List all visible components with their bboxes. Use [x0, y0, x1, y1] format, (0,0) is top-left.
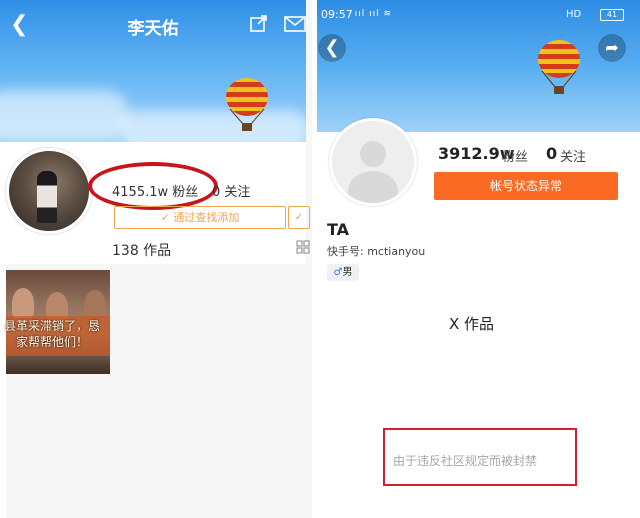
battery-icon: 41 — [600, 9, 624, 21]
add-via-search-button[interactable]: ✓ 通过查找添加 — [114, 206, 286, 229]
mail-icon[interactable] — [284, 16, 306, 32]
avatar[interactable] — [329, 118, 417, 206]
hot-air-balloon — [538, 40, 580, 94]
red-highlight-circle — [88, 162, 218, 210]
kuaishou-id: 快手号: mctianyou — [327, 245, 426, 258]
account-status-button[interactable]: 帐号状态异常 — [434, 172, 618, 200]
ban-notice: 由于违反社区规定而被封禁 — [393, 454, 538, 468]
back-arrow-icon[interactable]: ❮ — [318, 34, 346, 62]
works-count: X 作品 — [449, 315, 495, 333]
grid-icon[interactable] — [296, 240, 310, 254]
thumbnail-caption: 县革采滞销了，恳 家帮帮他们！ — [3, 319, 100, 349]
right-cover-banner — [317, 0, 640, 132]
profile-name: TA — [327, 220, 350, 239]
follow-label[interactable]: 关注 — [560, 146, 586, 165]
works-count[interactable]: 138 作品 — [112, 240, 171, 260]
avatar[interactable] — [6, 148, 92, 234]
dropdown-button[interactable]: ✓ — [288, 206, 310, 229]
hot-air-balloon — [226, 78, 268, 131]
gender-badge: ♂男 — [327, 264, 359, 281]
share-icon[interactable]: ➦ — [598, 34, 626, 62]
fans-label[interactable]: 粉丝 — [502, 146, 528, 165]
signal-icon: ııl ııl ≋ — [352, 9, 393, 19]
follow-count[interactable]: 0 关注 — [212, 181, 250, 200]
share-icon[interactable] — [250, 14, 268, 32]
hd-badge: HD — [566, 9, 582, 20]
status-time: 09:57 — [321, 8, 353, 21]
follow-count[interactable]: 0 — [546, 144, 557, 163]
